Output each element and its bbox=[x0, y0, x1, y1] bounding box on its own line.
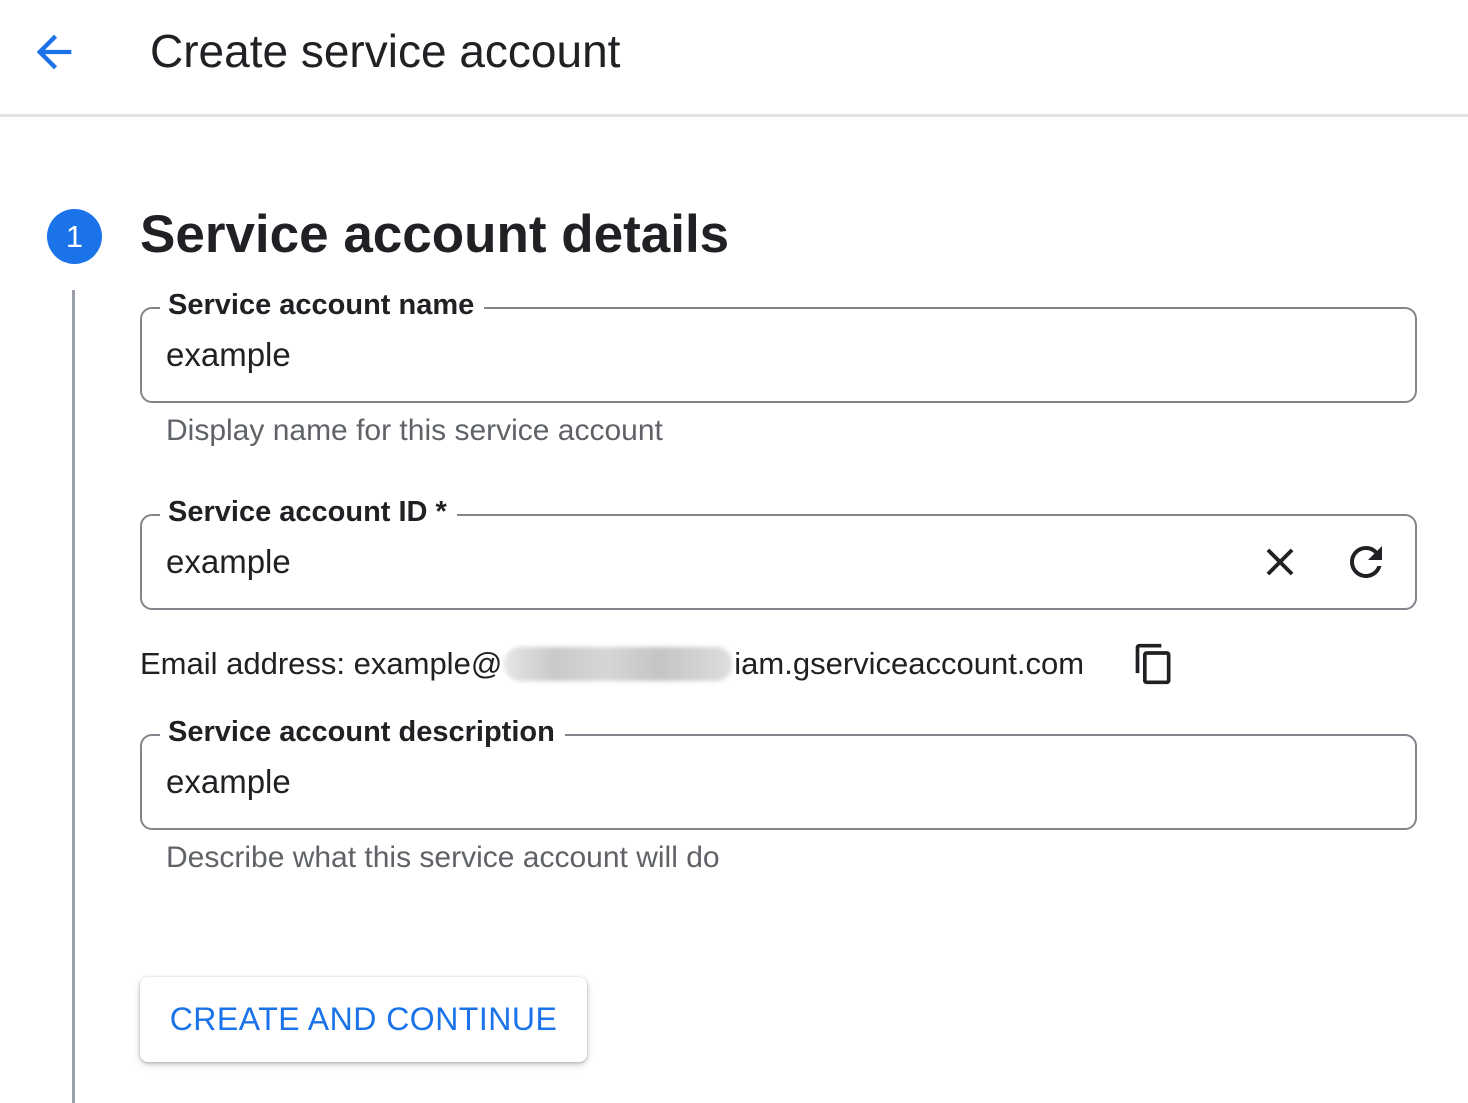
create-and-continue-button[interactable]: CREATE AND CONTINUE bbox=[140, 977, 587, 1062]
clear-id-button[interactable] bbox=[1254, 536, 1306, 588]
step-number-badge: 1 bbox=[47, 209, 102, 264]
service-account-description-hint: Describe what this service account will … bbox=[166, 841, 720, 874]
step-title: Service account details bbox=[140, 205, 730, 264]
copy-icon bbox=[1135, 643, 1171, 685]
service-account-name-hint: Display name for this service account bbox=[166, 414, 663, 447]
service-account-id-label: Service account ID * bbox=[160, 494, 457, 530]
back-button[interactable] bbox=[24, 22, 84, 82]
service-account-description-field[interactable]: Service account description bbox=[140, 714, 1417, 830]
refresh-icon bbox=[1350, 546, 1382, 578]
email-address-row: Email address: example@ iam.gserviceacco… bbox=[140, 642, 1084, 686]
close-icon bbox=[1266, 548, 1294, 576]
copy-email-button[interactable] bbox=[1130, 640, 1178, 688]
email-address-prefix: Email address: example@ bbox=[140, 646, 503, 681]
service-account-description-label: Service account description bbox=[160, 714, 565, 750]
service-account-id-field[interactable]: Service account ID * bbox=[140, 494, 1417, 610]
service-account-description-input[interactable] bbox=[166, 761, 1206, 803]
step-connector-line bbox=[72, 290, 75, 1103]
regenerate-id-button[interactable] bbox=[1340, 536, 1392, 588]
email-address-suffix: iam.gserviceaccount.com bbox=[734, 646, 1085, 681]
service-account-name-field[interactable]: Service account name bbox=[140, 287, 1417, 403]
service-account-name-input[interactable] bbox=[166, 334, 1206, 376]
service-account-name-label: Service account name bbox=[160, 287, 485, 323]
arrow-back-icon bbox=[36, 34, 72, 70]
create-service-account-page: Create service account 1 Service account… bbox=[0, 0, 1468, 1103]
page-title: Create service account bbox=[150, 25, 621, 77]
page-header: Create service account bbox=[0, 0, 1468, 117]
service-account-id-input[interactable] bbox=[166, 541, 1206, 583]
redacted-project-id bbox=[504, 647, 733, 681]
